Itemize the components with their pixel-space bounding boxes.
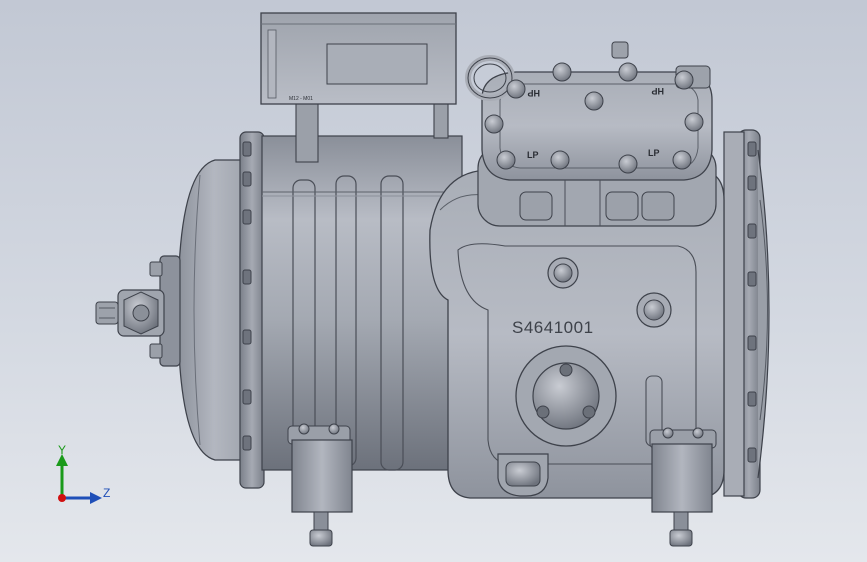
z-axis-arrow <box>90 492 102 504</box>
crankcase-plug-upper[interactable] <box>547 257 579 289</box>
suction-service-valve[interactable] <box>95 255 181 367</box>
compressor-model[interactable]: S4641001 M12 - M01 HP HP LP LP <box>0 0 867 562</box>
y-axis-label: Y <box>58 443 66 457</box>
right-end-flange[interactable] <box>723 129 770 499</box>
lp-marking-right: LP <box>648 148 660 158</box>
orientation-triad: Y Z <box>56 443 110 504</box>
mounting-foot-right[interactable] <box>649 427 717 547</box>
terminal-box-marking: M12 - M01 <box>289 96 313 102</box>
motor-housing[interactable] <box>261 135 463 471</box>
origin-dot <box>58 494 66 502</box>
oil-sight-glass[interactable] <box>515 345 617 447</box>
z-axis-label: Z <box>103 486 110 500</box>
mounting-foot-left[interactable] <box>287 423 353 547</box>
hp-marking-left: HP <box>527 88 540 98</box>
graphics-viewport[interactable]: S4641001 M12 - M01 HP HP LP LP Y Z <box>0 0 867 562</box>
crankcase-plug-right[interactable] <box>636 292 672 328</box>
hp-marking-right: HP <box>651 86 664 96</box>
lp-marking-left: LP <box>527 150 539 160</box>
serial-marking: S4641001 <box>512 318 594 337</box>
oil-drain-plug[interactable] <box>497 453 549 497</box>
